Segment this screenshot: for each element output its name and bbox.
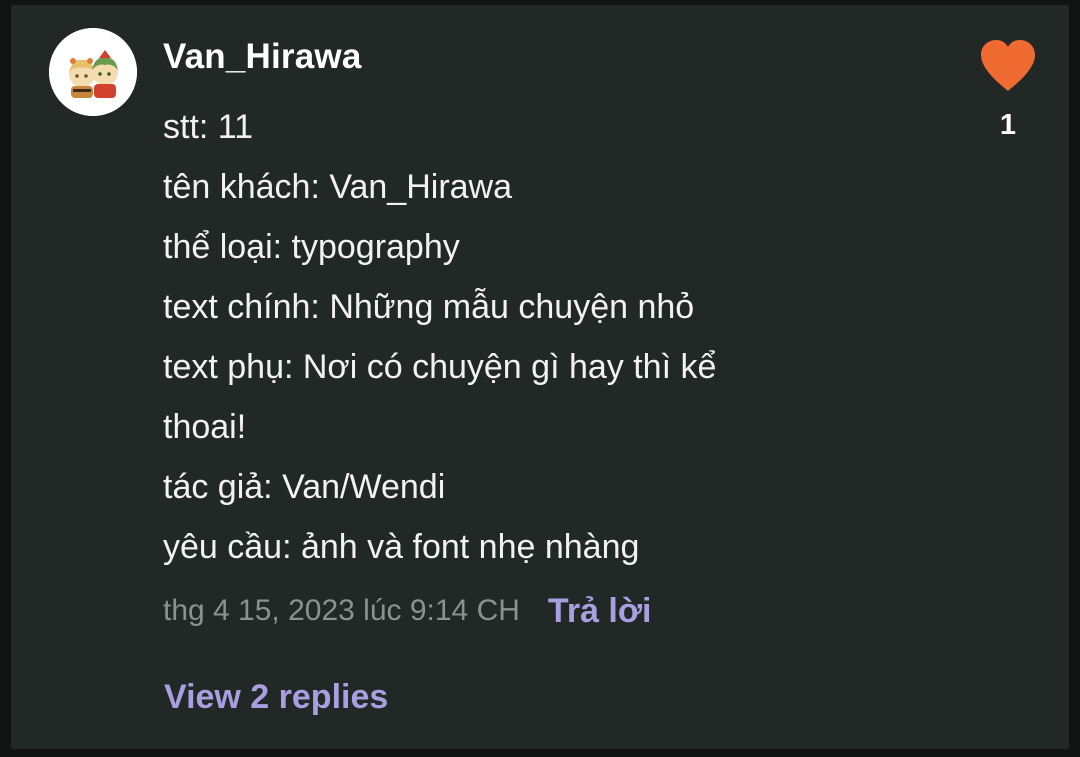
avatar[interactable] [49,28,137,116]
like-count: 1 [999,109,1017,141]
comment-line: tác giả: Van/Wendi [163,468,446,506]
comment-line: tên khách: Van_Hirawa [163,168,513,206]
comment-card: Van_Hirawa stt: 11 tên khách: Van_Hirawa… [11,5,1069,749]
reply-button[interactable]: Trả lời [548,592,652,631]
username[interactable]: Van_Hirawa [163,33,362,81]
comment-line: stt: 11 [163,108,254,146]
comment-line: text phụ: Nơi có chuyện gì hay thì kể [163,348,717,386]
comment-line: yêu cầu: ảnh và font nhẹ nhàng [163,528,640,566]
comment-line: text chính: Những mẫu chuyện nhỏ [163,288,695,326]
screen: Van_Hirawa stt: 11 tên khách: Van_Hirawa… [0,0,1080,757]
comment-line: thể loại: typography [163,228,460,266]
comment-meta: thg 4 15, 2023 lúc 9:14 CH Trả lời [163,586,651,636]
timestamp: thg 4 15, 2023 lúc 9:14 CH [163,594,520,627]
comment-body: stt: 11 tên khách: Van_Hirawa thể loại: … [163,97,863,577]
view-replies-button[interactable]: View 2 replies [164,672,388,722]
heart-icon[interactable] [978,39,1038,93]
comment-line: thoai! [163,408,247,446]
avatar-illustration [49,28,137,116]
